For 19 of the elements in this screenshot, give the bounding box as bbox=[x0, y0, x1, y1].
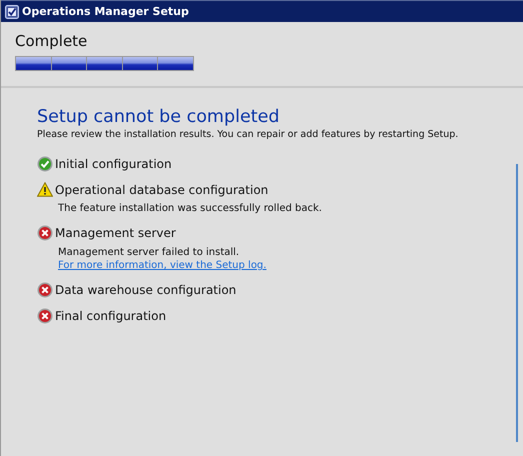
window-title: Operations Manager Setup bbox=[22, 5, 189, 18]
warning-icon bbox=[37, 182, 53, 197]
result-heading: Setup cannot be completed bbox=[37, 106, 280, 128]
page-title: Complete bbox=[15, 32, 88, 50]
check-icon bbox=[37, 156, 53, 172]
result-subtitle: Please review the installation results. You can repair or add features by restarting Setup. bbox=[37, 129, 460, 140]
feature-name: Initial configuration bbox=[55, 157, 172, 171]
feature-name: Data warehouse configuration bbox=[55, 283, 236, 297]
error-icon bbox=[37, 282, 53, 298]
setup-log-link[interactable]: For more information, view the Setup log. bbox=[58, 259, 266, 272]
feature-name: Operational database configuration bbox=[55, 182, 268, 196]
feature-message: Management server failed to install. bbox=[58, 246, 240, 259]
error-icon bbox=[37, 308, 53, 324]
feature-name: Management server bbox=[55, 226, 176, 240]
scroll-bar[interactable] bbox=[516, 164, 518, 442]
feature-message: The feature installation was successfully rolled back. bbox=[58, 202, 322, 215]
feature-name: Final configuration bbox=[55, 309, 166, 323]
checkbox-icon bbox=[5, 4, 19, 18]
error-icon bbox=[37, 225, 53, 241]
